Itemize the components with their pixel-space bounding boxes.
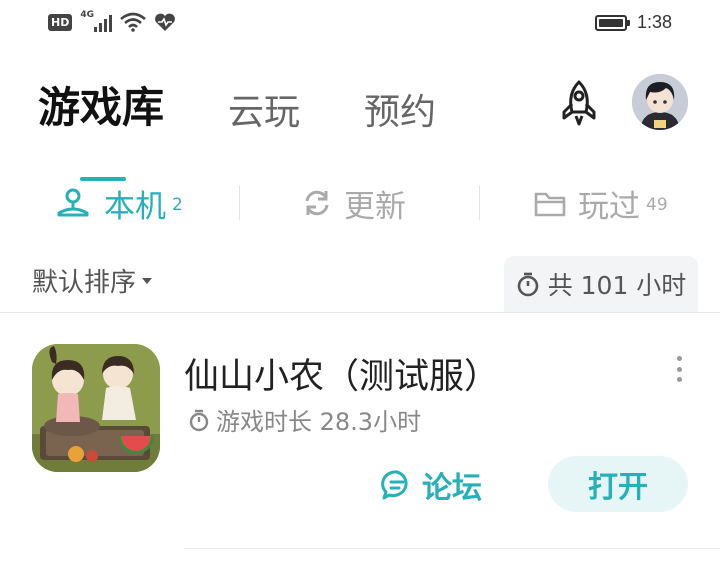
subtab-divider [479, 186, 480, 220]
local-device-icon [57, 188, 89, 217]
more-options-icon[interactable] [672, 356, 686, 382]
sub-tabs: 本机 2 更新 玩过 49 [0, 178, 720, 228]
subtab-divider [239, 186, 240, 220]
refresh-icon [305, 190, 329, 216]
network-type: 4G [80, 10, 94, 20]
forum-label: 论坛 [422, 471, 482, 506]
divider [184, 548, 720, 549]
subtab-local[interactable]: 本机 2 [56, 178, 183, 228]
avatar-image [632, 74, 688, 130]
open-button[interactable]: 打开 [548, 456, 688, 512]
playtime-label: 游戏时长 28.3小时 [216, 408, 422, 436]
caret-down-icon [142, 277, 153, 284]
game-title[interactable]: 仙山小农（测试服） [184, 348, 499, 399]
subtab-played-count: 49 [646, 195, 668, 215]
cellular-signal-icon: 4G [80, 10, 113, 32]
main-tabs: 游戏库 云玩 预约 [38, 74, 500, 181]
tab-game-library[interactable]: 游戏库 [38, 74, 164, 181]
subtab-played-label: 玩过 [578, 188, 640, 225]
folder-icon [534, 192, 566, 217]
wifi-icon [120, 12, 147, 32]
playtime: 游戏时长 28.3小时 [188, 402, 421, 437]
total-hours-label: 共 101 小时 [547, 271, 687, 300]
status-left: HD 4G [48, 10, 176, 32]
tab-reservations[interactable]: 预约 [364, 83, 436, 135]
avatar[interactable] [632, 74, 688, 130]
status-right: 1:38 [594, 12, 672, 33]
game-icon-art [32, 344, 160, 472]
subtab-updates-label: 更新 [344, 188, 406, 225]
game-icon[interactable] [32, 344, 160, 472]
tab-cloud-play[interactable]: 云玩 [228, 83, 300, 135]
subtab-played[interactable]: 玩过 49 [534, 178, 668, 228]
chat-bubble-icon [381, 470, 408, 500]
hd-badge: HD [48, 13, 73, 31]
total-hours-badge: 共 101 小时 [504, 256, 698, 312]
subtab-local-label: 本机 [104, 188, 166, 225]
timer-icon [517, 272, 538, 297]
status-time: 1:38 [636, 12, 672, 32]
subtab-local-count: 2 [172, 195, 183, 215]
heart-health-icon [155, 13, 176, 31]
timer-icon [189, 409, 209, 431]
sort-label: 默认排序 [32, 268, 137, 298]
status-bar: HD 4G 1:38 [0, 0, 720, 50]
battery-icon [594, 14, 630, 31]
subtab-updates[interactable]: 更新 [302, 178, 406, 228]
divider [0, 312, 720, 313]
sort-dropdown[interactable]: 默认排序 [32, 262, 153, 299]
rocket-icon[interactable] [554, 78, 604, 128]
forum-button[interactable]: 论坛 [380, 460, 482, 510]
